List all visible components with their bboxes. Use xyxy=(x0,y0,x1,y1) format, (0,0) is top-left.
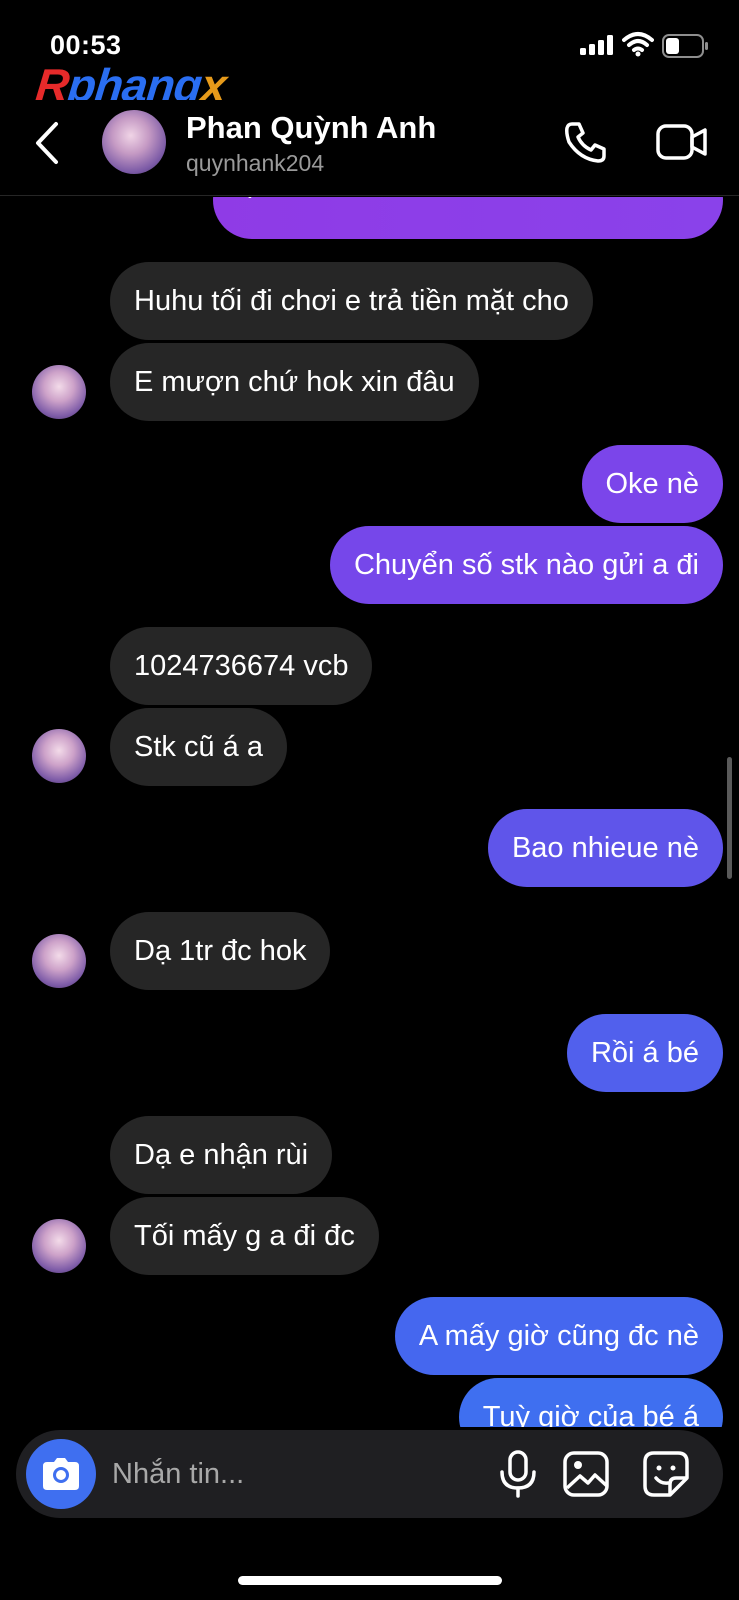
message-received[interactable]: 1024736674 vcb xyxy=(110,627,373,705)
message-received[interactable]: Dạ e nhận rùi xyxy=(110,1116,333,1194)
message-received[interactable]: Dạ 1tr đc hok xyxy=(110,912,331,990)
microphone-icon[interactable] xyxy=(494,1450,542,1498)
message-sent[interactable]: A mấy giờ cũng đc nè xyxy=(394,1297,723,1375)
sender-avatar[interactable] xyxy=(32,934,86,988)
contact-avatar[interactable] xyxy=(102,110,166,174)
message-sent[interactable]: Bao nhieue nè xyxy=(487,809,723,887)
chat-header: Phan Quỳnh Anh quynhank204 xyxy=(0,100,739,196)
sender-avatar[interactable] xyxy=(32,1219,86,1273)
back-chevron-icon[interactable] xyxy=(30,120,64,166)
message-input[interactable] xyxy=(112,1450,472,1498)
contact-name[interactable]: Phan Quỳnh Anh xyxy=(186,110,436,146)
message-sent[interactable]: Tuỳ giờ của bé á xyxy=(458,1378,723,1427)
message-received[interactable]: Stk cũ á a xyxy=(110,708,287,786)
message-thread[interactable]: quá Huhu tối đi chơi e trả tiền mặt cho … xyxy=(0,197,739,1427)
message-sent[interactable]: Chuyển số stk nào gửi a đi xyxy=(329,526,723,604)
message-received[interactable]: Tối mấy g a đi đc xyxy=(110,1197,379,1275)
scroll-indicator[interactable] xyxy=(727,757,732,879)
phone-call-icon[interactable] xyxy=(562,118,610,166)
gallery-icon[interactable] xyxy=(562,1450,610,1498)
sticker-icon[interactable] xyxy=(642,1450,690,1498)
contact-username[interactable]: quynhank204 xyxy=(186,150,324,177)
message-composer xyxy=(16,1430,723,1518)
sender-avatar[interactable] xyxy=(32,365,86,419)
message-received[interactable]: Huhu tối đi chơi e trả tiền mặt cho xyxy=(110,262,593,340)
camera-button[interactable] xyxy=(26,1439,96,1509)
home-indicator[interactable] xyxy=(238,1576,502,1585)
cellular-signal-icon xyxy=(580,35,613,55)
camera-icon xyxy=(43,1458,79,1490)
video-call-icon[interactable] xyxy=(656,120,708,164)
message-sent[interactable]: Oke nè xyxy=(581,445,723,523)
status-time: 00:53 xyxy=(50,30,122,60)
wifi-icon xyxy=(622,32,654,57)
message-sent[interactable]: Rồi á bé xyxy=(566,1014,723,1092)
message-sent[interactable]: quá xyxy=(213,197,723,239)
battery-icon xyxy=(662,34,708,58)
sender-avatar[interactable] xyxy=(32,729,86,783)
message-received[interactable]: E mượn chứ hok xin đâu xyxy=(110,343,479,421)
